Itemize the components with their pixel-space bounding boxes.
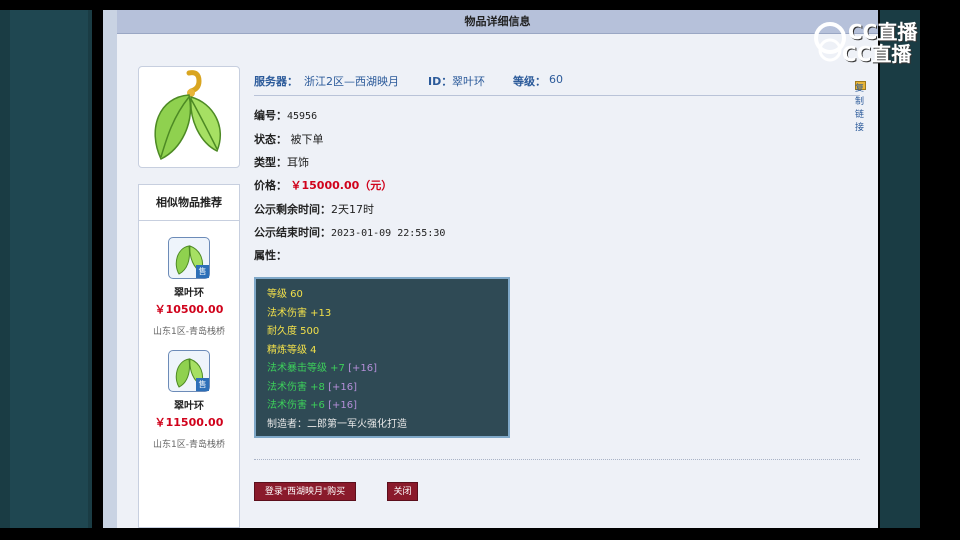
number-value: 45956	[287, 111, 318, 122]
item-detail-panel: 物品详细信息 相似物品推荐 售 翠叶环 ￥10500.00 山东1区-青岛栈桥	[117, 10, 878, 528]
id-value: 翠叶环	[452, 75, 485, 88]
watermark-text-shadow: CC直播	[842, 42, 912, 66]
attribute-line: 等级 60	[267, 289, 303, 300]
similar-item[interactable]: 售 翠叶环 ￥11500.00 山东1区-青岛栈桥	[139, 350, 239, 450]
login-buy-button[interactable]: 登录"西湖映月"购买	[254, 482, 356, 501]
level-label: 等级：	[513, 75, 546, 88]
similar-item[interactable]: 售 翠叶环 ￥10500.00 山东1区-青岛栈桥	[139, 237, 239, 337]
left-background-inner	[10, 10, 88, 528]
server-label: 服务器：	[254, 75, 298, 88]
similar-items-title: 相似物品推荐	[139, 185, 239, 221]
item-image	[138, 66, 240, 168]
similar-item-name[interactable]: 翠叶环	[139, 397, 239, 412]
attribute-line: 精炼等级 4	[267, 344, 317, 356]
attribute-line: 法术伤害 +13	[267, 307, 332, 319]
item-price-row: 价格： ￥15000.00（元）	[254, 177, 392, 193]
type-label: 类型：	[254, 156, 287, 169]
similar-item-server: 山东1区-青岛栈桥	[153, 440, 225, 450]
attribute-line: 制造者：二郎第一军火强化打造	[267, 418, 407, 430]
end-time-label: 公示结束时间：	[254, 226, 331, 239]
item-type-row: 类型：耳饰	[254, 154, 309, 170]
page-title: 物品详细信息	[117, 10, 878, 34]
attribute-line: 耐久度 500	[267, 326, 320, 337]
attribute-line: 法术暴击等级 +7 [+16]	[267, 363, 378, 374]
item-summary-bar: 服务器： 浙江2区—西湖映月 ID： 翠叶环 等级： 60 复制链接	[254, 66, 866, 133]
copy-link-label: 复制链接	[855, 84, 865, 133]
item-end-time-row: 公示结束时间：2023-01-09 22:55:30	[254, 224, 445, 240]
similar-item-name[interactable]: 翠叶环	[139, 284, 239, 299]
remaining-value: 2天17时	[331, 203, 374, 216]
server-value: 浙江2区—西湖映月	[304, 75, 399, 88]
similar-item-price: ￥11500.00	[154, 416, 224, 429]
item-status-row: 状态： 被下单	[254, 131, 324, 147]
sale-badge: 售	[196, 378, 209, 391]
left-strip	[103, 10, 117, 528]
similar-items-sidebar: 相似物品推荐 售 翠叶环 ￥10500.00 山东1区-青岛栈桥 售 翠叶环 ￥…	[138, 184, 240, 528]
close-button[interactable]: 关闭	[387, 482, 418, 501]
type-value: 耳饰	[287, 156, 309, 169]
end-time-value: 2023-01-09 22:55:30	[331, 228, 446, 239]
price-value: ￥15000.00（元）	[290, 179, 393, 192]
status-value: 被下单	[290, 133, 324, 146]
attributes-box: 等级 60 法术伤害 +13 耐久度 500 精炼等级 4 法术暴击等级 +7 …	[254, 277, 510, 438]
earring-leaf-icon	[154, 70, 222, 161]
leaf-earring-icon[interactable]: 售	[168, 237, 210, 279]
number-label: 编号：	[254, 109, 287, 122]
item-attr-row: 属性：	[254, 247, 287, 263]
similar-item-price: ￥10500.00	[154, 303, 224, 316]
attribute-line: 法术伤害 +8 [+16]	[267, 381, 358, 393]
cc-live-watermark: CC直播 CC直播	[808, 14, 953, 66]
item-number-row: 编号：45956	[254, 107, 317, 123]
right-background	[880, 10, 920, 528]
id-label: ID：	[428, 75, 453, 88]
level-value: 60	[549, 73, 563, 86]
sale-badge: 售	[196, 265, 209, 278]
attribute-line: 法术伤害 +6 [+16]	[267, 400, 358, 411]
status-label: 状态：	[254, 133, 287, 146]
remaining-label: 公示剩余时间：	[254, 203, 331, 216]
item-remaining-row: 公示剩余时间：2天17时	[254, 201, 374, 217]
attributes-label: 属性：	[254, 249, 287, 262]
leaf-earring-icon[interactable]: 售	[168, 350, 210, 392]
divider	[254, 459, 860, 460]
similar-item-server: 山东1区-青岛栈桥	[153, 327, 225, 337]
price-label: 价格：	[254, 179, 287, 192]
